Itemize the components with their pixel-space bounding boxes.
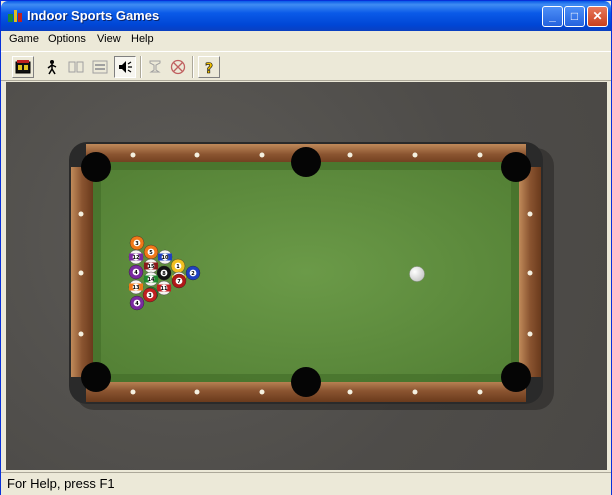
pool-ball: 1 (170, 258, 186, 274)
sound-toggle-button[interactable] (114, 56, 136, 78)
pool-ball-number: 13 (133, 285, 140, 291)
title-bar[interactable]: Indoor Sports Games _ □ ✕ (1, 1, 611, 31)
maximize-button[interactable]: □ (564, 6, 585, 27)
pool-ball: 11 (156, 280, 172, 296)
pool-ball-number: 2 (191, 271, 195, 277)
panel-icon (68, 61, 84, 73)
scoreboard-icon (15, 60, 31, 74)
pool-ball: 4 (128, 264, 144, 280)
no-music-icon (170, 59, 186, 75)
cushion-right (511, 162, 519, 382)
panel-button[interactable] (65, 56, 87, 78)
pocket-bottom-middle (291, 367, 321, 397)
pool-ball: 8 (156, 265, 172, 281)
window-icon (92, 60, 108, 74)
music-off-button[interactable] (167, 56, 189, 78)
toolbar-separator (192, 56, 194, 78)
pocket-top-left (81, 152, 111, 182)
pool-ball: 3 (129, 235, 145, 251)
pool-ball-number: 12 (133, 255, 140, 261)
menu-options[interactable]: Options (48, 33, 86, 45)
menu-view[interactable]: View (97, 33, 121, 45)
pool-ball: 10 (157, 249, 173, 265)
pool-ball: 2 (185, 265, 201, 281)
pocket-top-middle (291, 147, 321, 177)
status-bar: For Help, press F1 (1, 472, 611, 495)
pool-ball-number: 3 (135, 241, 139, 247)
menu-bar: Game Options View Help (1, 31, 611, 50)
pool-ball-number: 15 (148, 264, 155, 270)
pool-ball: 14 (143, 271, 159, 287)
pool-ball-number: 11 (161, 286, 168, 292)
window-button[interactable] (89, 56, 111, 78)
pool-ball-number: 14 (148, 277, 155, 283)
close-button[interactable]: ✕ (587, 6, 608, 27)
sound-icon (119, 61, 132, 73)
pool-ball: 5 (143, 244, 159, 260)
pool-ball-number: 4 (135, 301, 139, 307)
pocket-bottom-right (501, 362, 531, 392)
window-title: Indoor Sports Games (27, 8, 160, 23)
toolbar-separator (140, 56, 142, 78)
help-icon: ? (205, 61, 214, 75)
menu-game[interactable]: Game (9, 33, 39, 45)
pool-ball-number: 10 (162, 255, 169, 261)
toolbar: ? (1, 51, 611, 81)
pocket-top-right (501, 152, 531, 182)
player-button[interactable] (41, 56, 63, 78)
trophy-button[interactable] (144, 56, 166, 78)
pool-ball: 7 (171, 273, 187, 289)
pool-ball-number: 7 (177, 279, 181, 285)
cushion-left (93, 162, 101, 382)
pool-ball: 13 (128, 279, 144, 295)
pocket-bottom-left (81, 362, 111, 392)
pool-ball: 3 (142, 287, 158, 303)
pool-ball-number: 5 (149, 250, 153, 256)
pool-ball: 12 (128, 249, 144, 265)
app-icon (8, 10, 22, 22)
pool-ball-number: 4 (134, 270, 138, 276)
player-icon (47, 60, 57, 75)
menu-help[interactable]: Help (131, 33, 154, 45)
trophy-icon (149, 60, 161, 73)
application-window: Indoor Sports Games _ □ ✕ Game Options V… (0, 0, 612, 495)
pool-ball: 4 (129, 295, 145, 311)
cue-ball[interactable] (409, 266, 425, 282)
game-view[interactable]: 35121021514891471311634 (6, 82, 607, 470)
pool-table[interactable]: 35121021514891471311634 (6, 82, 607, 470)
scoreboard-button[interactable] (12, 56, 34, 78)
pool-ball-number: 1 (176, 264, 180, 270)
pool-ball: 15 (143, 258, 159, 274)
help-button[interactable]: ? (198, 56, 220, 78)
svg-text:?: ? (205, 61, 213, 75)
pool-ball-number: 8 (162, 271, 166, 277)
status-text: For Help, press F1 (7, 476, 115, 491)
pool-ball-number: 3 (148, 293, 152, 299)
minimize-button[interactable]: _ (542, 6, 563, 27)
